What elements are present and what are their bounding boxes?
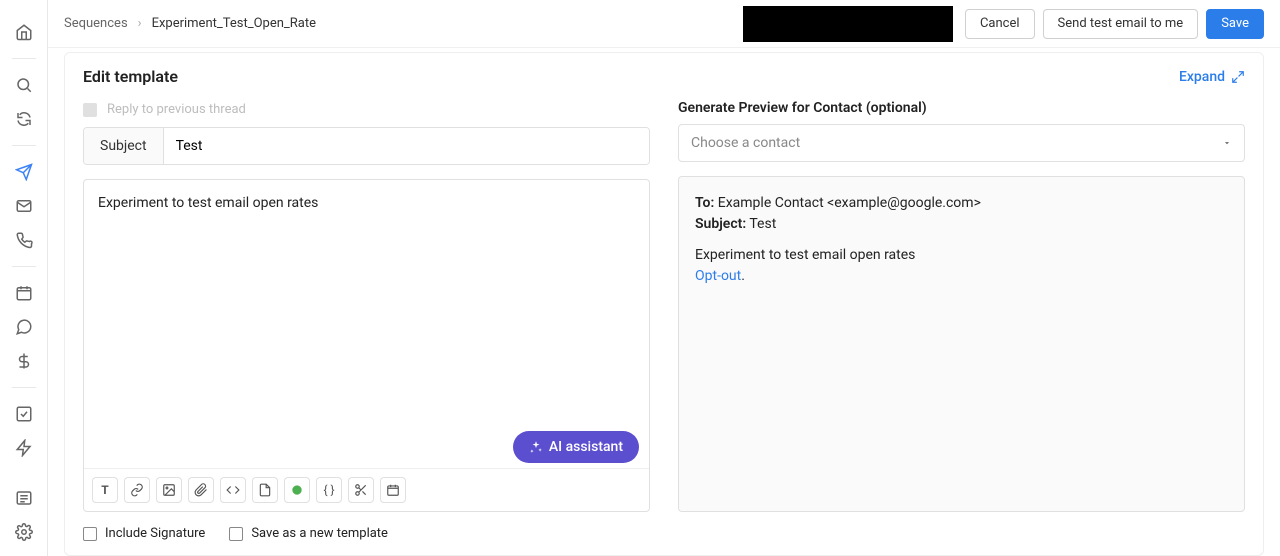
ai-assistant-label: AI assistant [549, 439, 623, 455]
refresh-icon[interactable] [8, 103, 40, 135]
braces-icon[interactable]: { } [316, 477, 342, 503]
preview-column: Generate Preview for Contact (optional) … [668, 100, 1263, 512]
editor-toolbar: T [84, 468, 649, 511]
topbar-actions: Cancel Send test email to me Save [965, 9, 1264, 39]
footer-row: Include Signature Save as a new template [65, 512, 1263, 555]
list-icon[interactable] [8, 482, 40, 514]
zap-icon[interactable] [8, 432, 40, 464]
subject-row: Subject [83, 127, 650, 165]
chevron-down-icon [1222, 138, 1232, 148]
expand-label: Expand [1179, 69, 1225, 85]
editor-card: Edit template Expand Reply to previous t… [64, 52, 1264, 556]
contact-select[interactable]: Choose a contact [678, 124, 1245, 162]
preview-opt-out-link[interactable]: Opt-out [695, 268, 741, 284]
ai-assistant-button[interactable]: AI assistant [513, 431, 639, 463]
document-icon[interactable] [252, 477, 278, 503]
image-icon[interactable] [156, 477, 182, 503]
subject-input[interactable] [164, 128, 649, 164]
sidebar-divider [12, 145, 36, 146]
redacted-block [743, 6, 953, 42]
sidebar-divider [12, 58, 36, 59]
expand-icon [1231, 70, 1245, 84]
include-signature-checkbox[interactable]: Include Signature [83, 526, 205, 541]
breadcrumb-current: Experiment_Test_Open_Rate [152, 16, 316, 31]
checkbox-icon [83, 527, 97, 541]
preview-body-text: Experiment to test email open rates [695, 247, 915, 263]
dollar-icon[interactable] [8, 345, 40, 377]
check-square-icon[interactable] [8, 398, 40, 430]
main-area: Sequences › Experiment_Test_Open_Rate Ca… [48, 0, 1280, 556]
two-column: Reply to previous thread Subject Experim… [65, 100, 1263, 512]
send-test-button[interactable]: Send test email to me [1043, 9, 1199, 39]
mail-icon[interactable] [8, 190, 40, 222]
save-button[interactable]: Save [1206, 9, 1264, 39]
reply-checkbox[interactable] [83, 103, 97, 117]
calendar-icon[interactable] [8, 277, 40, 309]
card-header: Edit template Expand [65, 53, 1263, 100]
reply-checkbox-row[interactable]: Reply to previous thread [83, 100, 650, 127]
page-title: Edit template [83, 67, 1179, 86]
sparkle-icon [529, 440, 543, 454]
breadcrumb-root[interactable]: Sequences [64, 16, 128, 31]
reply-label: Reply to previous thread [107, 102, 246, 117]
code-icon[interactable] [220, 477, 246, 503]
editor-column: Reply to previous thread Subject Experim… [65, 100, 668, 512]
email-body-editor[interactable]: Experiment to test email open rates [84, 180, 649, 468]
preview-to-value: Example Contact <example@google.com> [718, 195, 981, 211]
include-signature-label: Include Signature [105, 526, 205, 541]
save-template-label: Save as a new template [251, 526, 388, 541]
scissors-icon[interactable] [348, 477, 374, 503]
text-format-icon[interactable]: T [92, 477, 118, 503]
phone-icon[interactable] [8, 224, 40, 256]
bug-icon[interactable] [284, 477, 310, 503]
chevron-right-icon: › [138, 16, 142, 31]
search-icon[interactable] [8, 69, 40, 101]
settings-icon[interactable] [8, 516, 40, 548]
send-icon[interactable] [8, 156, 40, 188]
preview-subject-value: Test [749, 216, 776, 232]
preview-section-label: Generate Preview for Contact (optional) [678, 100, 1245, 124]
contact-placeholder: Choose a contact [691, 135, 800, 151]
sidebar-divider [12, 266, 36, 267]
chat-icon[interactable] [8, 311, 40, 343]
expand-button[interactable]: Expand [1179, 69, 1245, 85]
content: Edit template Expand Reply to previous t… [48, 48, 1280, 556]
checkbox-icon [229, 527, 243, 541]
link-icon[interactable] [124, 477, 150, 503]
preview-box: To: Example Contact <example@google.com>… [678, 176, 1245, 512]
attachment-icon[interactable] [188, 477, 214, 503]
calendar-insert-icon[interactable] [380, 477, 406, 503]
app-sidebar [0, 0, 48, 556]
topbar: Sequences › Experiment_Test_Open_Rate Ca… [48, 0, 1280, 48]
cancel-button[interactable]: Cancel [965, 9, 1035, 39]
preview-to-label: To: [695, 195, 714, 211]
save-as-template-checkbox[interactable]: Save as a new template [229, 526, 388, 541]
home-icon[interactable] [8, 16, 40, 48]
sidebar-divider [12, 387, 36, 388]
breadcrumb: Sequences › Experiment_Test_Open_Rate [64, 16, 731, 31]
preview-subject-label: Subject: [695, 216, 746, 232]
subject-label: Subject [84, 128, 164, 164]
editor-box: Experiment to test email open rates AI a… [83, 179, 650, 512]
